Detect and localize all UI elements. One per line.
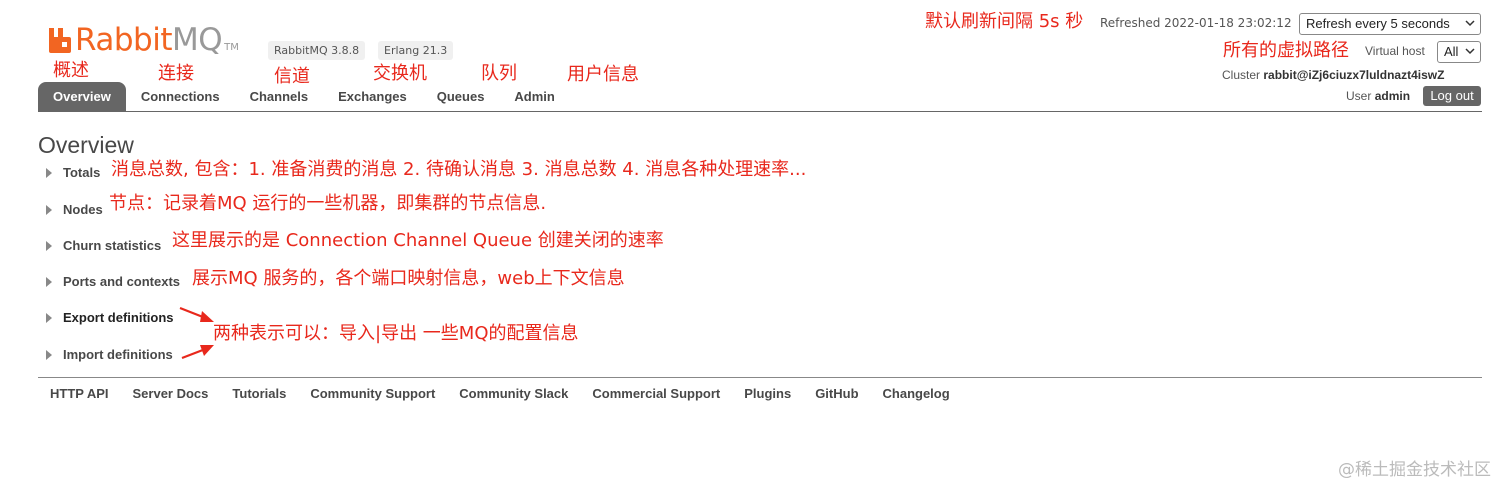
- section-ports-and-contexts[interactable]: Ports and contexts: [46, 274, 180, 289]
- footer-link-community-support[interactable]: Community Support: [310, 386, 435, 401]
- expand-triangle-icon: [46, 167, 52, 178]
- tab-connections[interactable]: Connections: [126, 82, 235, 112]
- section-churn-statistics[interactable]: Churn statistics: [46, 238, 161, 253]
- virtual-host-label: Virtual host: [1365, 44, 1425, 58]
- footer-link-server-docs[interactable]: Server Docs: [133, 386, 209, 401]
- section-import-definitions[interactable]: Import definitions: [46, 347, 173, 362]
- tab-exchanges[interactable]: Exchanges: [323, 82, 422, 112]
- user-info: User admin: [1346, 89, 1411, 103]
- annotation-vhost: 所有的虚拟路径: [1223, 40, 1349, 61]
- tab-channels[interactable]: Channels: [235, 82, 324, 112]
- rabbitmq-logo[interactable]: RabbitMQ TM: [48, 22, 239, 58]
- tab-queues[interactable]: Queues: [422, 82, 500, 112]
- tab-admin[interactable]: Admin: [499, 82, 569, 112]
- expand-triangle-icon: [46, 312, 52, 323]
- section-export-definitions[interactable]: Export definitions: [46, 310, 174, 325]
- expand-triangle-icon: [46, 276, 52, 287]
- annotation-totals: 消息总数, 包含：1. 准备消费的消息 2. 待确认消息 3. 消息总数 4. …: [111, 159, 807, 180]
- trademark-mark: TM: [224, 42, 239, 53]
- refresh-interval-select[interactable]: Refresh every 5 seconds: [1299, 13, 1481, 35]
- annotation-overview: 概述: [53, 60, 89, 81]
- section-nodes[interactable]: Nodes: [46, 202, 103, 217]
- annotation-definitions: 两种表示可以：导入|导出 一些MQ的配置信息: [213, 323, 579, 344]
- logout-button[interactable]: Log out: [1423, 86, 1481, 106]
- footer-link-commercial-support[interactable]: Commercial Support: [592, 386, 720, 401]
- annotation-nodes: 节点：记录着MQ 运行的一些机器，即集群的节点信息.: [109, 193, 547, 214]
- footer-link-changelog[interactable]: Changelog: [883, 386, 950, 401]
- main-nav: Overview Connections Channels Exchanges …: [38, 82, 570, 112]
- footer-link-github[interactable]: GitHub: [815, 386, 858, 401]
- virtual-host-select[interactable]: All: [1437, 41, 1481, 63]
- footer-links: HTTP API Server Docs Tutorials Community…: [50, 386, 974, 401]
- annotation-refresh: 默认刷新间隔 5s 秒: [925, 11, 1084, 32]
- section-totals[interactable]: Totals: [46, 165, 100, 180]
- cluster-name: rabbit@iZj6ciuzx7luldnazt4iswZ: [1263, 68, 1445, 82]
- annotation-churn: 这里展示的是 Connection Channel Queue 创建关闭的速率: [172, 230, 664, 251]
- footer-link-http-api[interactable]: HTTP API: [50, 386, 109, 401]
- expand-triangle-icon: [46, 240, 52, 251]
- annotation-arrows: [179, 306, 214, 360]
- refreshed-timestamp: Refreshed 2022-01-18 23:02:12: [1100, 16, 1292, 30]
- rabbitmq-version-badge: RabbitMQ 3.8.8: [268, 41, 366, 60]
- page-title: Overview: [38, 132, 134, 158]
- cluster-info: Cluster rabbit@iZj6ciuzx7luldnazt4iswZ: [1222, 68, 1445, 82]
- footer-link-tutorials[interactable]: Tutorials: [232, 386, 286, 401]
- nav-divider: [38, 111, 1482, 112]
- annotation-admin: 用户信息: [567, 64, 639, 85]
- expand-triangle-icon: [46, 204, 52, 215]
- rabbit-logo-icon: [48, 27, 72, 53]
- footer-link-community-slack[interactable]: Community Slack: [459, 386, 568, 401]
- erlang-version-badge: Erlang 21.3: [378, 41, 454, 60]
- expand-triangle-icon: [46, 349, 52, 360]
- annotation-ports: 展示MQ 服务的，各个端口映射信息，web上下文信息: [192, 268, 625, 289]
- tab-overview[interactable]: Overview: [38, 82, 126, 112]
- chevron-down-icon: [1465, 48, 1475, 55]
- watermark: @稀土掘金技术社区: [1338, 460, 1491, 480]
- chevron-down-icon: [1465, 20, 1475, 27]
- footer-divider: [38, 377, 1482, 378]
- footer-link-plugins[interactable]: Plugins: [744, 386, 791, 401]
- logo-wordmark: RabbitMQ: [75, 22, 223, 58]
- username: admin: [1374, 89, 1411, 103]
